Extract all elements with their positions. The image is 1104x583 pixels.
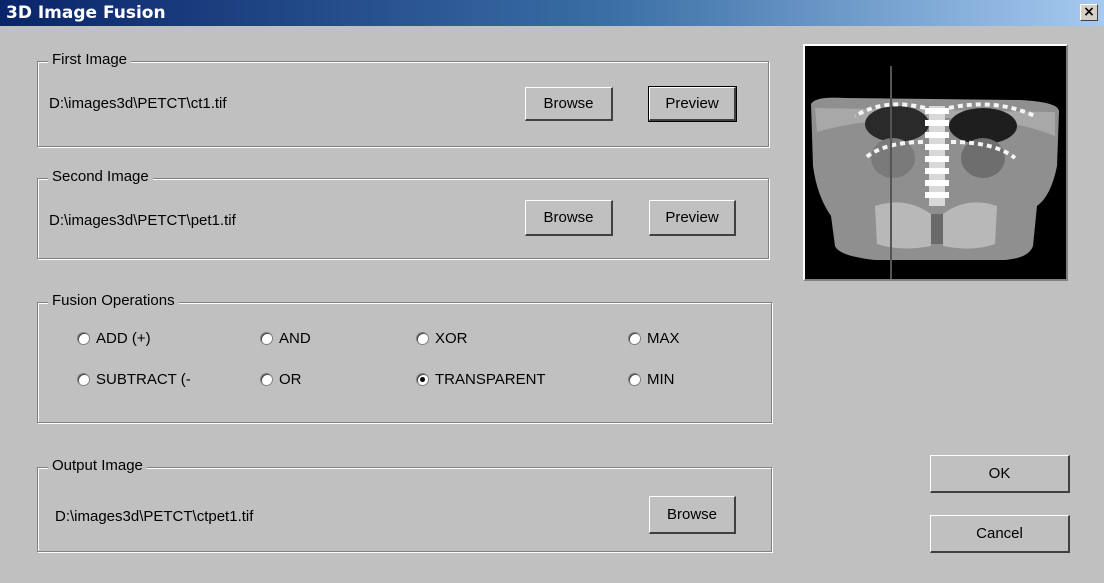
radio-xor-label: XOR bbox=[435, 330, 468, 347]
fusion-operations-group: Fusion Operations ADD (+) AND XOR MAX SU… bbox=[37, 292, 772, 423]
output-image-path: D:\images3d\PETCT\ctpet1.tif bbox=[55, 508, 254, 525]
output-image-legend: Output Image bbox=[48, 457, 147, 474]
radio-subtract-button[interactable] bbox=[77, 373, 90, 386]
close-button[interactable]: × bbox=[1080, 4, 1098, 21]
radio-or[interactable]: OR bbox=[260, 371, 302, 388]
close-icon: × bbox=[1083, 4, 1095, 20]
radio-max-button[interactable] bbox=[628, 332, 641, 345]
first-image-path: D:\images3d\PETCT\ct1.tif bbox=[49, 95, 227, 112]
fusion-operations-legend: Fusion Operations bbox=[48, 292, 179, 309]
ct-preview-image bbox=[805, 46, 1066, 279]
radio-and-button[interactable] bbox=[260, 332, 273, 345]
output-image-group: Output Image D:\images3d\PETCT\ctpet1.ti… bbox=[37, 457, 772, 552]
first-image-legend: First Image bbox=[48, 51, 132, 68]
radio-min-button[interactable] bbox=[628, 373, 641, 386]
radio-min[interactable]: MIN bbox=[628, 371, 675, 388]
radio-and[interactable]: AND bbox=[260, 330, 311, 347]
second-image-group: Second Image D:\images3d\PETCT\pet1.tif … bbox=[37, 168, 769, 259]
radio-transparent-button[interactable] bbox=[416, 373, 429, 386]
title-bar: 3D Image Fusion × bbox=[0, 0, 1104, 26]
second-image-legend: Second Image bbox=[48, 168, 153, 185]
radio-subtract[interactable]: SUBTRACT (- bbox=[77, 371, 191, 388]
radio-add[interactable]: ADD (+) bbox=[77, 330, 151, 347]
radio-transparent-label: TRANSPARENT bbox=[435, 371, 546, 388]
radio-xor[interactable]: XOR bbox=[416, 330, 468, 347]
second-image-path: D:\images3d\PETCT\pet1.tif bbox=[49, 212, 236, 229]
window-title: 3D Image Fusion bbox=[6, 3, 166, 23]
first-image-preview-button[interactable]: Preview bbox=[648, 86, 737, 122]
first-image-browse-button[interactable]: Browse bbox=[525, 87, 613, 121]
radio-or-button[interactable] bbox=[260, 373, 273, 386]
radio-subtract-label: SUBTRACT (- bbox=[96, 371, 191, 388]
radio-and-label: AND bbox=[279, 330, 311, 347]
first-image-group: First Image D:\images3d\PETCT\ct1.tif Br… bbox=[37, 51, 769, 147]
image-preview bbox=[803, 44, 1068, 281]
radio-min-label: MIN bbox=[647, 371, 675, 388]
radio-or-label: OR bbox=[279, 371, 302, 388]
second-image-preview-button[interactable]: Preview bbox=[649, 200, 736, 236]
radio-add-button[interactable] bbox=[77, 332, 90, 345]
radio-max[interactable]: MAX bbox=[628, 330, 680, 347]
second-image-browse-button[interactable]: Browse bbox=[525, 200, 613, 236]
radio-xor-button[interactable] bbox=[416, 332, 429, 345]
radio-transparent[interactable]: TRANSPARENT bbox=[416, 371, 546, 388]
ok-button[interactable]: OK bbox=[930, 455, 1070, 493]
cancel-button[interactable]: Cancel bbox=[930, 515, 1070, 553]
radio-add-label: ADD (+) bbox=[96, 330, 151, 347]
output-image-browse-button[interactable]: Browse bbox=[649, 496, 736, 534]
radio-max-label: MAX bbox=[647, 330, 680, 347]
